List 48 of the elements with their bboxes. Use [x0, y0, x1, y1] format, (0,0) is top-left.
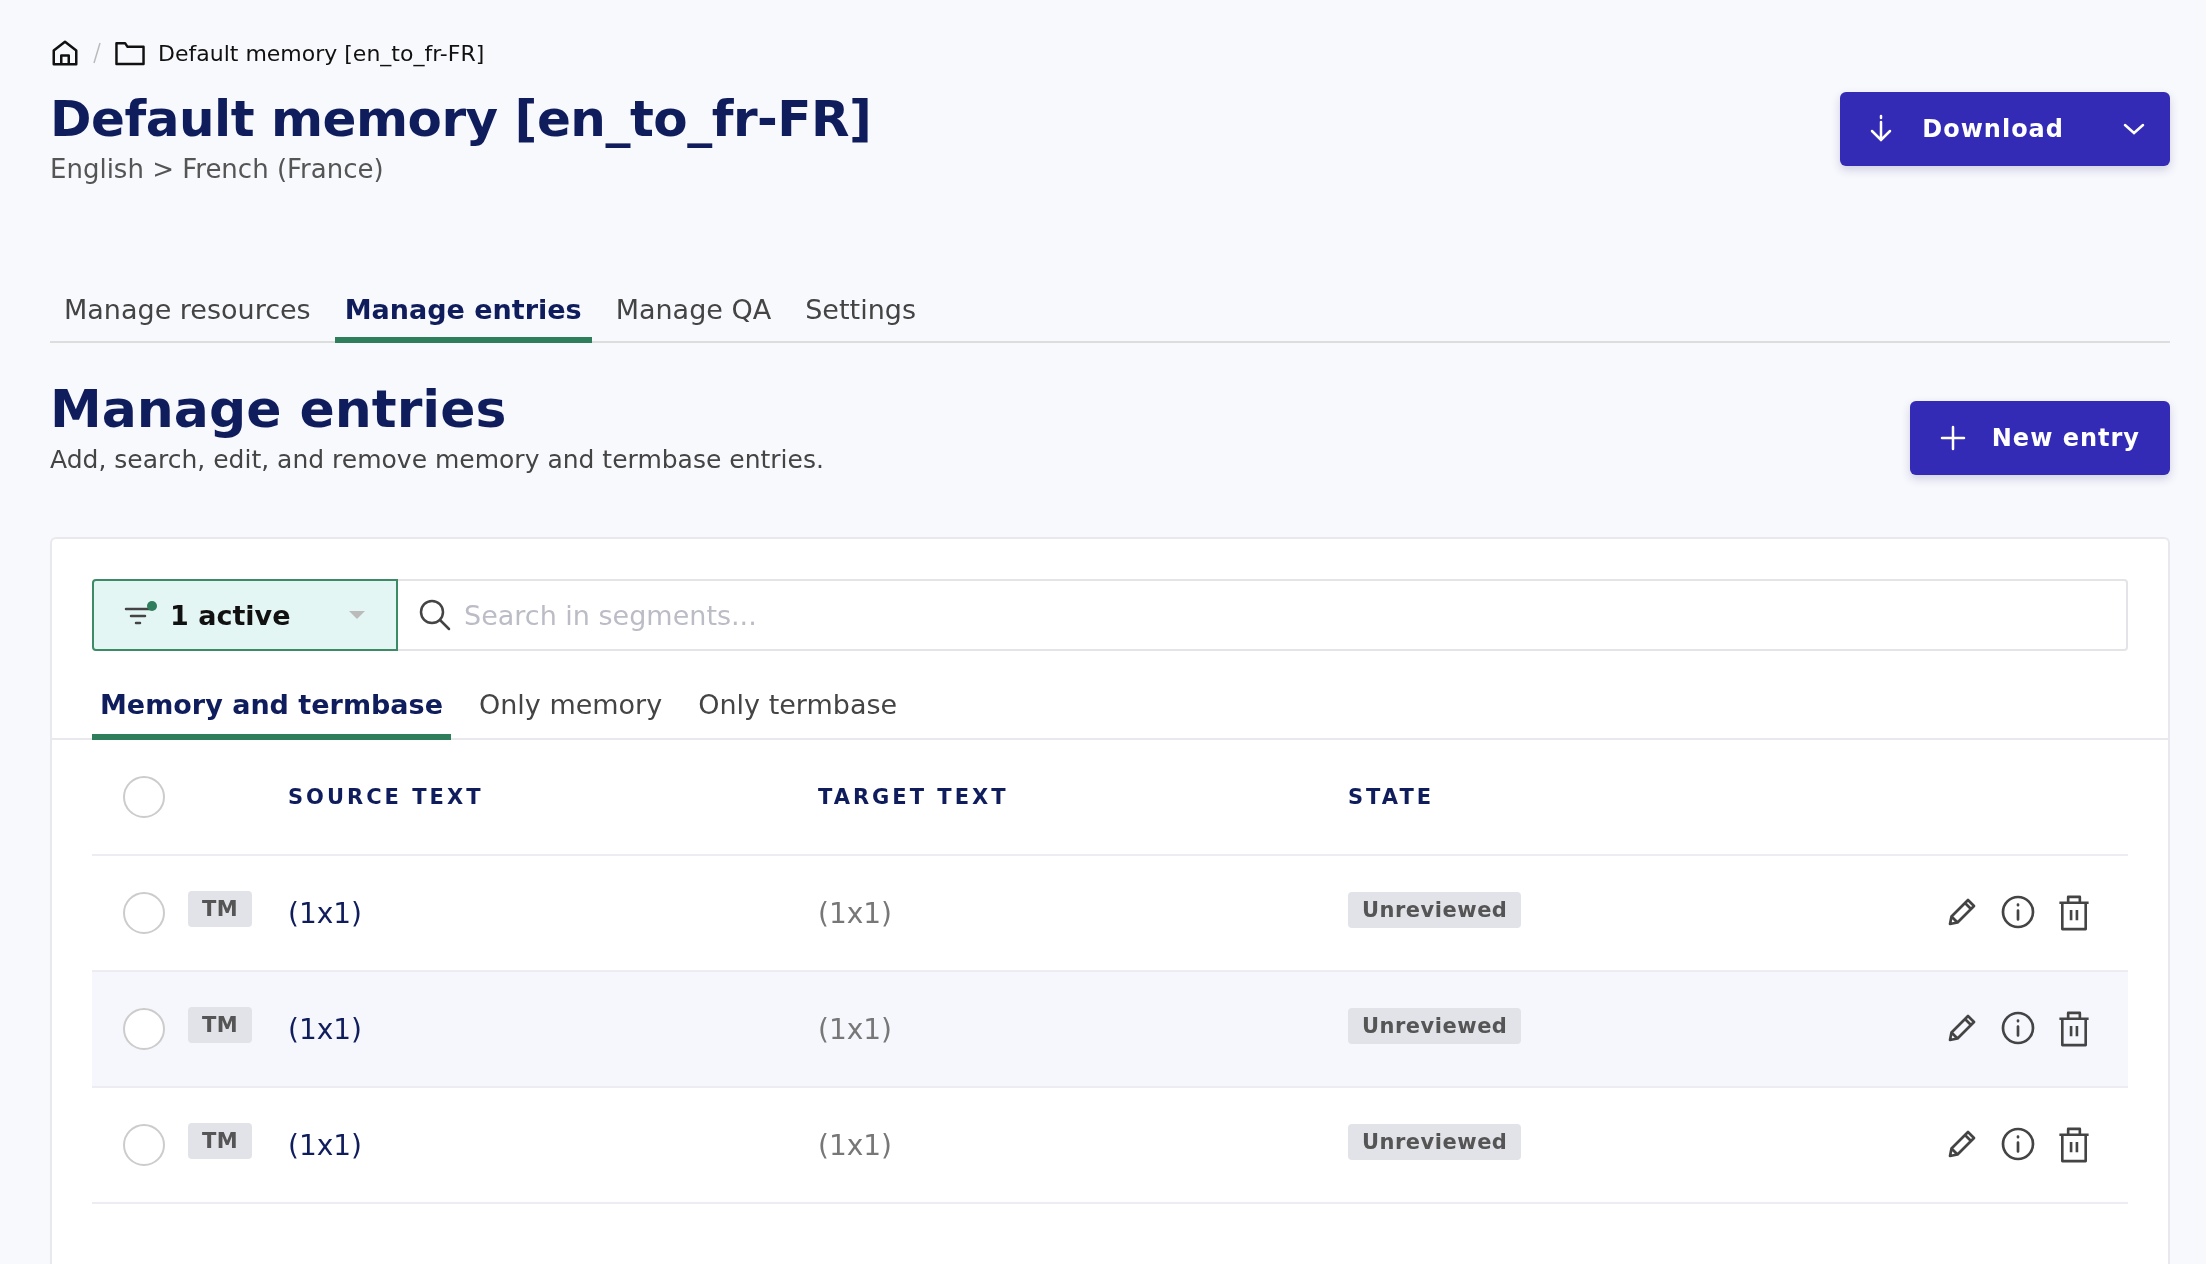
filter-tab[interactable]: Memory and termbase	[92, 689, 451, 740]
delete-icon[interactable]	[2056, 1126, 2092, 1164]
column-header: TARGET TEXT	[818, 785, 1010, 809]
search-icon	[418, 598, 452, 632]
row-checkbox[interactable]	[123, 1124, 165, 1166]
row-checkbox[interactable]	[123, 892, 165, 934]
tab[interactable]: Manage resources	[54, 294, 321, 343]
delete-icon[interactable]	[2056, 1010, 2092, 1048]
tab[interactable]: Manage QA	[605, 294, 782, 343]
breadcrumb-item[interactable]: Default memory [en_to_fr-FR]	[158, 40, 485, 66]
delete-icon[interactable]	[2056, 894, 2092, 932]
caret-icon	[348, 610, 366, 620]
target-text: (1x1)	[818, 1012, 893, 1046]
info-icon[interactable]	[2000, 894, 2036, 930]
section-title: Manage entries	[50, 379, 508, 439]
type-tag: TM	[188, 1123, 253, 1159]
source-text: (1x1)	[288, 1012, 363, 1046]
type-tag: TM	[188, 891, 253, 927]
state-tag: Unreviewed	[1348, 1124, 1522, 1160]
source-text: (1x1)	[288, 896, 363, 930]
tab[interactable]: Settings	[795, 294, 926, 343]
info-icon[interactable]	[2000, 1010, 2036, 1046]
new-entry-button[interactable]: New entry	[1909, 401, 2170, 475]
home-icon[interactable]	[50, 38, 80, 68]
source-text: (1x1)	[288, 1128, 363, 1162]
folder-icon	[114, 39, 146, 67]
target-text: (1x1)	[818, 1128, 893, 1162]
search-field[interactable]: Search in segments...	[398, 579, 2128, 651]
state-tag: Unreviewed	[1348, 1008, 1522, 1044]
state-tag: Unreviewed	[1348, 892, 1522, 928]
column-header: SOURCE TEXT	[288, 785, 485, 809]
filter-dropdown[interactable]: 1 active	[92, 579, 398, 651]
section-description: Add, search, edit, and remove memory and termbase entries.	[50, 445, 824, 474]
select-all-checkbox[interactable]	[123, 776, 165, 818]
plus-icon	[1939, 425, 1966, 451]
target-text: (1x1)	[818, 896, 893, 930]
download-button[interactable]: Download	[1840, 92, 2170, 166]
page-title: Default memory [en_to_fr-FR]	[50, 90, 872, 148]
tab[interactable]: Manage entries	[334, 294, 592, 343]
type-tag: TM	[188, 1007, 253, 1043]
breadcrumb-separator-icon	[92, 41, 102, 65]
row-checkbox[interactable]	[123, 1008, 165, 1050]
column-header: STATE	[1348, 785, 1436, 809]
chevron-down-icon[interactable]	[2122, 122, 2146, 136]
filter-tab[interactable]: Only memory	[470, 689, 671, 740]
info-icon[interactable]	[2000, 1126, 2036, 1162]
language-pair: English > French (France)	[50, 154, 385, 184]
filter-tab[interactable]: Only termbase	[690, 689, 906, 740]
